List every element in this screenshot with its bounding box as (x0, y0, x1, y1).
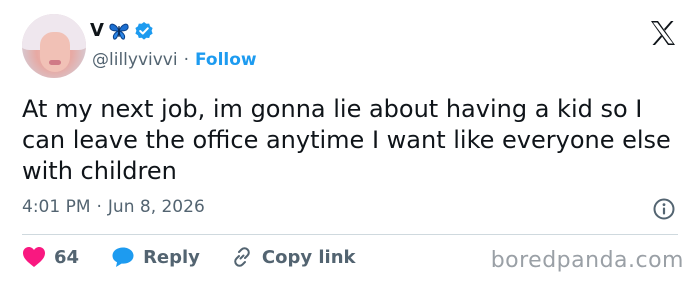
like-button[interactable]: 64 (22, 246, 79, 268)
tweet-date: Jun 8, 2026 (107, 197, 205, 217)
reply-bubble-icon (111, 246, 135, 268)
copy-link-button[interactable]: Copy link (230, 245, 356, 269)
avatar-lips (49, 60, 61, 65)
tweet-card: V @lillyvivvi · Follow At my next job, i… (0, 0, 700, 287)
author-handle-row: @lillyvivvi · Follow (92, 50, 257, 70)
follow-button[interactable]: Follow (195, 50, 257, 70)
tweet-text: At my next job, im gonna lie about havin… (22, 95, 671, 185)
x-logo-icon[interactable] (648, 18, 678, 48)
watermark: boredpanda.com (490, 248, 684, 273)
tweet-timestamp[interactable]: 4:01 PM · Jun 8, 2026 (22, 197, 205, 217)
date-separator: · (96, 197, 102, 217)
link-icon (230, 245, 254, 269)
reply-label: Reply (143, 246, 200, 268)
copy-link-label: Copy link (261, 246, 356, 268)
heart-icon (22, 246, 46, 268)
handle-separator: · (183, 50, 189, 70)
avatar[interactable] (22, 14, 86, 78)
tweet-actions: 64 Reply Copy link (22, 245, 356, 269)
author-name-row: V (90, 20, 154, 42)
tweet-time: 4:01 PM (22, 197, 91, 217)
author-handle[interactable]: @lillyvivvi (92, 50, 178, 70)
reply-button[interactable]: Reply (111, 246, 200, 268)
verified-badge-icon (134, 21, 154, 41)
info-icon[interactable] (652, 197, 676, 221)
avatar-face (40, 32, 70, 72)
author-name[interactable]: V (90, 20, 104, 42)
like-count: 64 (54, 246, 80, 268)
butterfly-icon (108, 21, 130, 41)
divider (22, 234, 678, 235)
